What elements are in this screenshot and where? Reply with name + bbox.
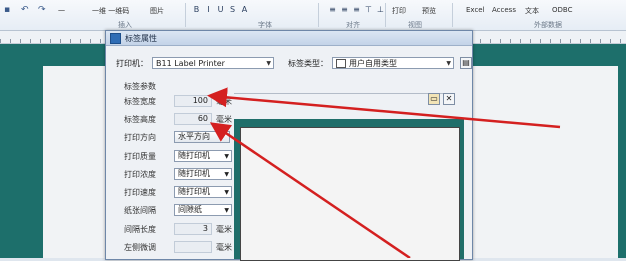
arrow-to-width-field (207, 87, 561, 129)
arrow-to-height-field (209, 122, 411, 258)
annotation-arrows (207, 87, 561, 258)
